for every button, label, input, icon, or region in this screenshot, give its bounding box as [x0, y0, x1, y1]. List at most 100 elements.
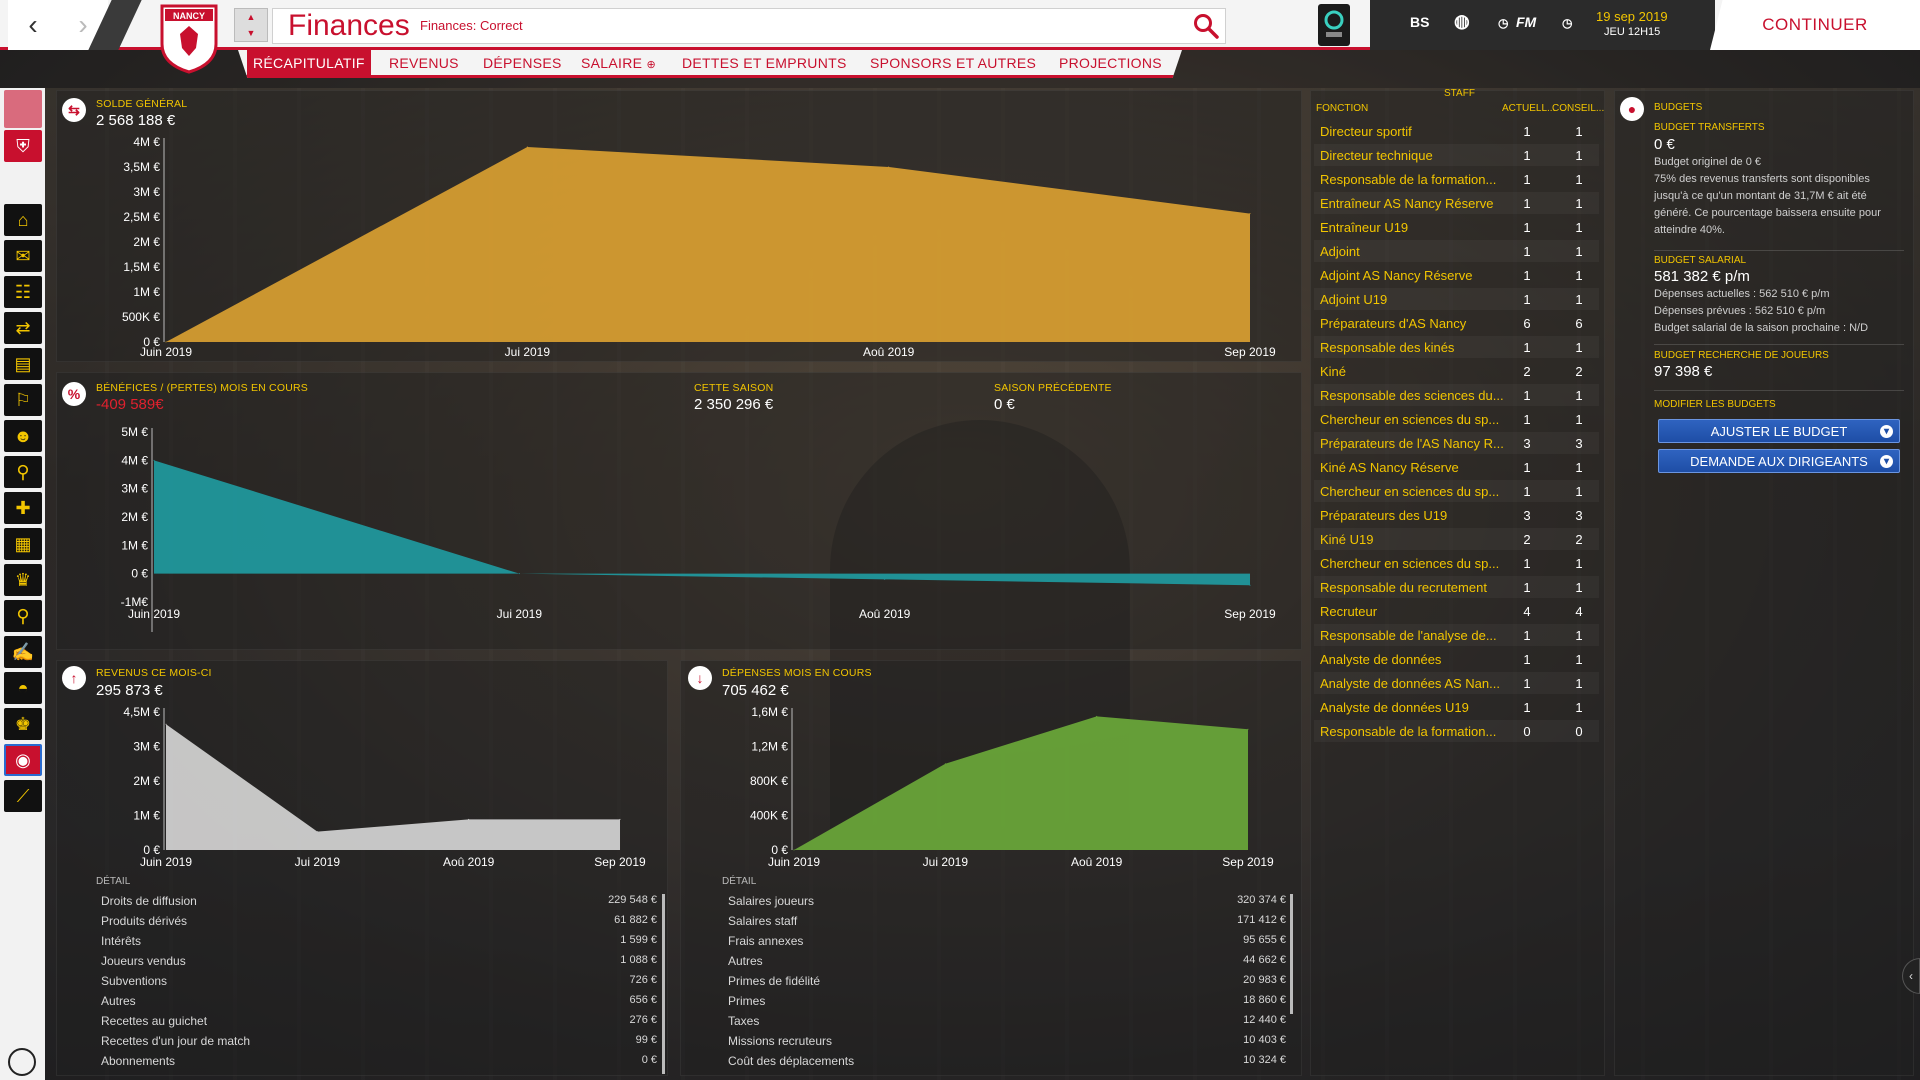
staff-row[interactable]: Directeur technique 1 1: [1314, 144, 1599, 166]
staff-function[interactable]: Adjoint U19: [1320, 292, 1510, 307]
tab-wages[interactable]: SALAIRE ⊕: [581, 50, 656, 76]
staff-row[interactable]: Adjoint U19 1 1: [1314, 288, 1599, 310]
staff-function[interactable]: Chercheur en sciences du sp...: [1320, 412, 1510, 427]
tab-expenses[interactable]: DÉPENSES: [483, 50, 562, 76]
staff-function[interactable]: Responsable des kinés: [1320, 340, 1510, 355]
staff-function[interactable]: Préparateurs d'AS Nancy: [1320, 316, 1510, 331]
clock-icon[interactable]: ◷: [1498, 16, 1508, 30]
staff-function[interactable]: Analyste de données AS Nan...: [1320, 676, 1510, 691]
staff-row[interactable]: Directeur sportif 1 1: [1314, 120, 1599, 142]
sidebar-item-home[interactable]: ⌂: [4, 204, 42, 236]
staff-function[interactable]: Adjoint: [1320, 244, 1510, 259]
back-button[interactable]: ‹: [8, 0, 58, 50]
tab-projections[interactable]: PROJECTIONS: [1059, 50, 1162, 76]
sidebar-club-crest[interactable]: ⛨: [4, 130, 42, 162]
ask-board-button[interactable]: DEMANDE AUX DIRIGEANTS ▾: [1658, 449, 1900, 473]
sidebar-item-dynamics[interactable]: ⇄: [4, 312, 42, 344]
sidebar-item-squad[interactable]: ☷: [4, 276, 42, 308]
sidebar-item-transfers[interactable]: ✍: [4, 636, 42, 668]
sidebar-item-training[interactable]: ▤: [4, 348, 42, 380]
staff-function[interactable]: Responsable des sciences du...: [1320, 388, 1510, 403]
sidebar-item-staff[interactable]: ☻: [4, 420, 42, 452]
staff-row[interactable]: Responsable de l'analyse de... 1 1: [1314, 624, 1599, 646]
staff-row[interactable]: Entraîneur AS Nancy Réserve 1 1: [1314, 192, 1599, 214]
sidebar-item-inbox[interactable]: ✉: [4, 240, 42, 272]
staff-row[interactable]: Responsable de la formation... 1 1: [1314, 168, 1599, 190]
continue-button[interactable]: CONTINUER: [1710, 0, 1920, 50]
staff-function[interactable]: Adjoint AS Nancy Réserve: [1320, 268, 1510, 283]
staff-function[interactable]: Préparateurs de l'AS Nancy R...: [1320, 436, 1510, 451]
staff-col-function[interactable]: FONCTION: [1316, 103, 1368, 114]
sidebar-item-scouting[interactable]: ⚲: [4, 456, 42, 488]
staff-function[interactable]: Chercheur en sciences du sp...: [1320, 556, 1510, 571]
staff-function[interactable]: Kiné U19: [1320, 532, 1510, 547]
staff-col-current[interactable]: ACTUELL...: [1502, 103, 1555, 114]
globe-icon[interactable]: ◍: [1454, 11, 1470, 32]
staff-function[interactable]: Kiné AS Nancy Réserve: [1320, 460, 1510, 475]
staff-row[interactable]: Analyste de données AS Nan... 1 1: [1314, 672, 1599, 694]
sidebar-item-search[interactable]: ⚲: [4, 600, 42, 632]
staff-row[interactable]: Analyste de données 1 1: [1314, 648, 1599, 670]
tab-revenues[interactable]: REVENUS: [389, 50, 459, 76]
arrow-up-icon[interactable]: ▲: [235, 9, 267, 25]
income-scrollbar[interactable]: [662, 894, 665, 1074]
staff-row[interactable]: Adjoint AS Nancy Réserve 1 1: [1314, 264, 1599, 286]
arrow-down-icon[interactable]: ▼: [235, 25, 267, 41]
clock-icon-2[interactable]: ◷: [1562, 16, 1572, 30]
adjust-budget-button[interactable]: AJUSTER LE BUDGET ▾: [1658, 419, 1900, 443]
staff-row[interactable]: Préparateurs d'AS Nancy 6 6: [1314, 312, 1599, 334]
manager-initials[interactable]: BS: [1410, 14, 1429, 30]
staff-row[interactable]: Analyste de données U19 1 1: [1314, 696, 1599, 718]
staff-row[interactable]: Kiné U19 2 2: [1314, 528, 1599, 550]
staff-row[interactable]: Chercheur en sciences du sp... 1 1: [1314, 552, 1599, 574]
sidebar-item-reports[interactable]: ⟋: [4, 780, 42, 812]
staff-row[interactable]: Adjoint 1 1: [1314, 240, 1599, 262]
staff-function[interactable]: Chercheur en sciences du sp...: [1320, 484, 1510, 499]
fm-logo[interactable]: FM: [1516, 14, 1536, 30]
staff-function[interactable]: Préparateurs des U19: [1320, 508, 1510, 523]
staff-function[interactable]: Recruteur: [1320, 604, 1510, 619]
staff-row[interactable]: Entraîneur U19 1 1: [1314, 216, 1599, 238]
x-tick-label: Aoû 2019: [443, 855, 495, 869]
expenses-scrollbar[interactable]: [1290, 894, 1293, 1014]
staff-function[interactable]: Responsable du recrutement: [1320, 580, 1510, 595]
staff-function[interactable]: Directeur sportif: [1320, 124, 1510, 139]
staff-function[interactable]: Kiné: [1320, 364, 1510, 379]
staff-row[interactable]: Responsable de la formation... 0 0: [1314, 720, 1599, 742]
sidebar-item-board[interactable]: ♚: [4, 708, 42, 740]
staff-row[interactable]: Chercheur en sciences du sp... 1 1: [1314, 480, 1599, 502]
tab-sponsors-other[interactable]: SPONSORS ET AUTRES: [870, 50, 1036, 76]
staff-row[interactable]: Chercheur en sciences du sp... 1 1: [1314, 408, 1599, 430]
staff-row[interactable]: Responsable des sciences du... 1 1: [1314, 384, 1599, 406]
club-stepper[interactable]: ▲ ▼: [234, 8, 268, 42]
tab-debts-loans[interactable]: DETTES ET EMPRUNTS: [682, 50, 847, 76]
staff-row[interactable]: Responsable du recrutement 1 1: [1314, 576, 1599, 598]
club-crest[interactable]: NANCY: [158, 2, 220, 74]
staff-function[interactable]: Directeur technique: [1320, 148, 1510, 163]
search-bar[interactable]: [272, 8, 1226, 44]
area-series: [166, 724, 620, 850]
sidebar-item-schedule[interactable]: ▦: [4, 528, 42, 560]
staff-col-advised[interactable]: CONSEIL...: [1552, 103, 1604, 114]
staff-function[interactable]: Responsable de l'analyse de...: [1320, 628, 1510, 643]
sidebar-item-development[interactable]: ◓: [4, 672, 42, 704]
staff-function[interactable]: Analyste de données U19: [1320, 700, 1510, 715]
staff-row[interactable]: Préparateurs de l'AS Nancy R... 3 3: [1314, 432, 1599, 454]
sidebar-item-competitions[interactable]: ♛: [4, 564, 42, 596]
sidebar-item-finances[interactable]: ◉: [4, 744, 42, 776]
staff-row[interactable]: Kiné AS Nancy Réserve 1 1: [1314, 456, 1599, 478]
league-logo[interactable]: [1318, 4, 1350, 46]
sidebar-item-medical[interactable]: ✚: [4, 492, 42, 524]
tab-summary[interactable]: RÉCAPITULATIF: [247, 50, 371, 76]
staff-function[interactable]: Analyste de données: [1320, 652, 1510, 667]
staff-row[interactable]: Kiné 2 2: [1314, 360, 1599, 382]
staff-function[interactable]: Entraîneur AS Nancy Réserve: [1320, 196, 1510, 211]
staff-function[interactable]: Responsable de la formation...: [1320, 172, 1510, 187]
search-icon[interactable]: [1192, 12, 1220, 40]
staff-row[interactable]: Responsable des kinés 1 1: [1314, 336, 1599, 358]
staff-row[interactable]: Préparateurs des U19 3 3: [1314, 504, 1599, 526]
staff-row[interactable]: Recruteur 4 4: [1314, 600, 1599, 622]
staff-function[interactable]: Entraîneur U19: [1320, 220, 1510, 235]
staff-function[interactable]: Responsable de la formation...: [1320, 724, 1510, 739]
sidebar-item-tactics[interactable]: ⚐: [4, 384, 42, 416]
